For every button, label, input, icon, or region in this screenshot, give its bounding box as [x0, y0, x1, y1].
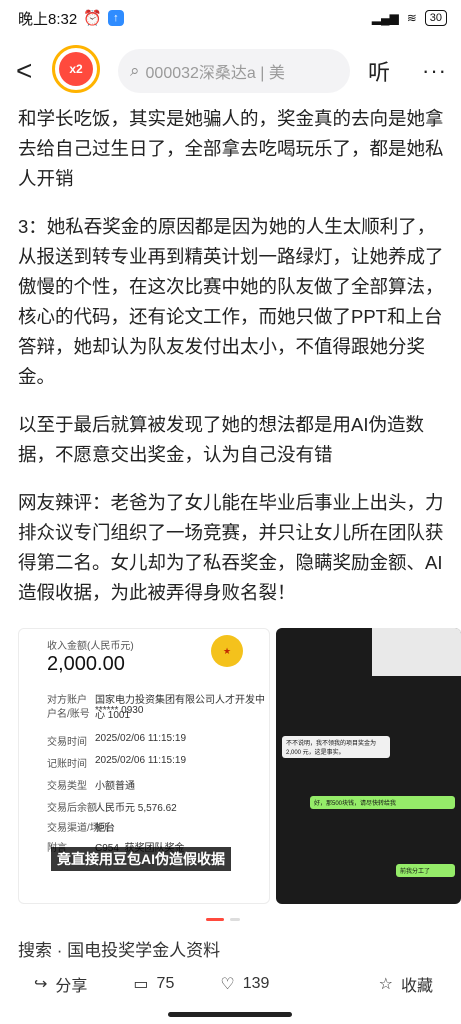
receipt-row-value: ****** 0930 — [95, 705, 144, 716]
receipt-row-value: 柜台 — [95, 823, 115, 834]
receipt-amount: 2,000.00 — [47, 653, 125, 675]
pager-dot — [206, 918, 224, 921]
battery-icon: 30 — [424, 10, 447, 26]
receipt-row-label: 对方账户 — [47, 695, 87, 706]
receipt-row-label: 交易后余额 — [47, 803, 97, 814]
article-paragraph: 网友辣评：老爸为了女儿能在毕业后事业上出头，力排众议专门组织了一场竞赛，并只让女… — [18, 492, 444, 603]
top-nav: < x2 ⌕ 000032深桑达a | 美 听 ··· — [0, 40, 461, 102]
receipt-row-label: 记账时间 — [47, 759, 87, 770]
wifi-icon: ≋ — [406, 11, 417, 25]
receipt-row-label: 户名/账号 — [47, 709, 90, 720]
receipt-image[interactable]: 收入金额(人民币元) 2,000.00 ★ 对方账户 国家电力投资集团有限公司人… — [18, 628, 270, 904]
receipt-row-value: 2025/02/06 11:15:19 — [95, 733, 187, 744]
receipt-row-label: 交易类型 — [47, 781, 87, 792]
related-search-link[interactable]: 搜索 · 国电投奖学金人资料 — [18, 936, 446, 958]
heart-icon: ♡ — [220, 976, 235, 993]
article-body: 和学长吃饭，其实是她骗人的，奖金真的去向是她拿去给自己过生日了，全部拿去吃喝玩乐… — [18, 104, 446, 626]
article-paragraph: 和学长吃饭，其实是她骗人的，奖金真的去向是她拿去给自己过生日了，全部拿去吃喝玩乐… — [18, 108, 444, 189]
image-pager — [206, 918, 240, 921]
comment-icon: ▭ — [133, 976, 149, 993]
receipt-row-value: 小额普通 — [95, 781, 135, 792]
receipt-row-value: 2025/02/06 11:15:19 — [95, 755, 187, 766]
comment-button[interactable]: ▭ 75 — [133, 974, 174, 994]
chat-bubble: 不不说明，我不领我的项目奖金为 2,000 元，这是事实。 — [282, 736, 390, 758]
search-placeholder: 000032深桑达a | 美 — [145, 65, 285, 82]
image-caption: 竟直接用豆包AI伪造假收据 — [51, 847, 231, 871]
like-button[interactable]: ♡ 139 — [220, 974, 269, 994]
app-notification-icon: ↑ — [107, 10, 124, 26]
comment-count: 75 — [156, 975, 175, 992]
article-paragraph: 以至于最后就算被发现了她的想法都是用AI伪造数据，不愿意交出奖金，认为自己没有错 — [18, 414, 424, 465]
favorite-button[interactable]: ☆ 收藏 — [379, 972, 433, 996]
share-icon: ↪ — [34, 976, 48, 993]
avatar-badge: x2 — [59, 52, 93, 86]
share-label: 分享 — [55, 978, 88, 995]
back-button[interactable]: < — [16, 57, 42, 85]
more-options-button[interactable]: ··· — [422, 58, 447, 84]
signal-icon: ▂▄▆ — [371, 11, 399, 25]
search-icon: ⌕ — [130, 61, 140, 80]
document-thumbnail — [372, 628, 461, 676]
amount-label: 收入金额(人民币元) — [47, 641, 134, 652]
battery-level: 30 — [429, 12, 442, 24]
star-icon: ☆ — [378, 976, 393, 993]
share-button[interactable]: ↪ 分享 — [34, 972, 87, 996]
article-paragraph: 3：她私吞奖金的原因都是因为她的人生太顺利了，从报送到转专业再到精英计划一路绿灯… — [18, 216, 444, 387]
search-input[interactable]: ⌕ 000032深桑达a | 美 — [118, 49, 350, 93]
receipt-row-label: 交易时间 — [47, 737, 87, 748]
home-indicator[interactable] — [168, 1012, 292, 1017]
like-count: 139 — [242, 975, 270, 992]
chat-bubble: 前我分工了 — [396, 864, 455, 877]
bottom-action-bar: ↪ 分享 ▭ 75 ♡ 139 ☆ 收藏 — [0, 958, 461, 1010]
favorite-label: 收藏 — [400, 978, 433, 995]
related-search-text: 搜索 · 国电投奖学金人资料 — [18, 941, 221, 958]
listen-button[interactable]: 听 — [368, 55, 390, 87]
status-time: 晚上8:32 — [18, 10, 78, 28]
chat-screenshot-image[interactable]: 不不说明，我不领我的项目奖金为 2,000 元，这是事实。 好，那500块钱，请… — [276, 628, 461, 904]
status-bar: 晚上8:32 ⏰ ↑ ▂▄▆ ≋ 30 — [0, 0, 461, 36]
chat-bubble: 好，那500块钱，请尽快转给我 — [310, 796, 455, 809]
medal-icon: ★ — [211, 635, 243, 667]
pager-dot — [230, 918, 240, 921]
alarm-icon: ⏰ — [83, 10, 102, 27]
receipt-row-value: 人民币元 5,576.62 — [95, 803, 177, 814]
avatar[interactable]: x2 — [52, 45, 104, 97]
